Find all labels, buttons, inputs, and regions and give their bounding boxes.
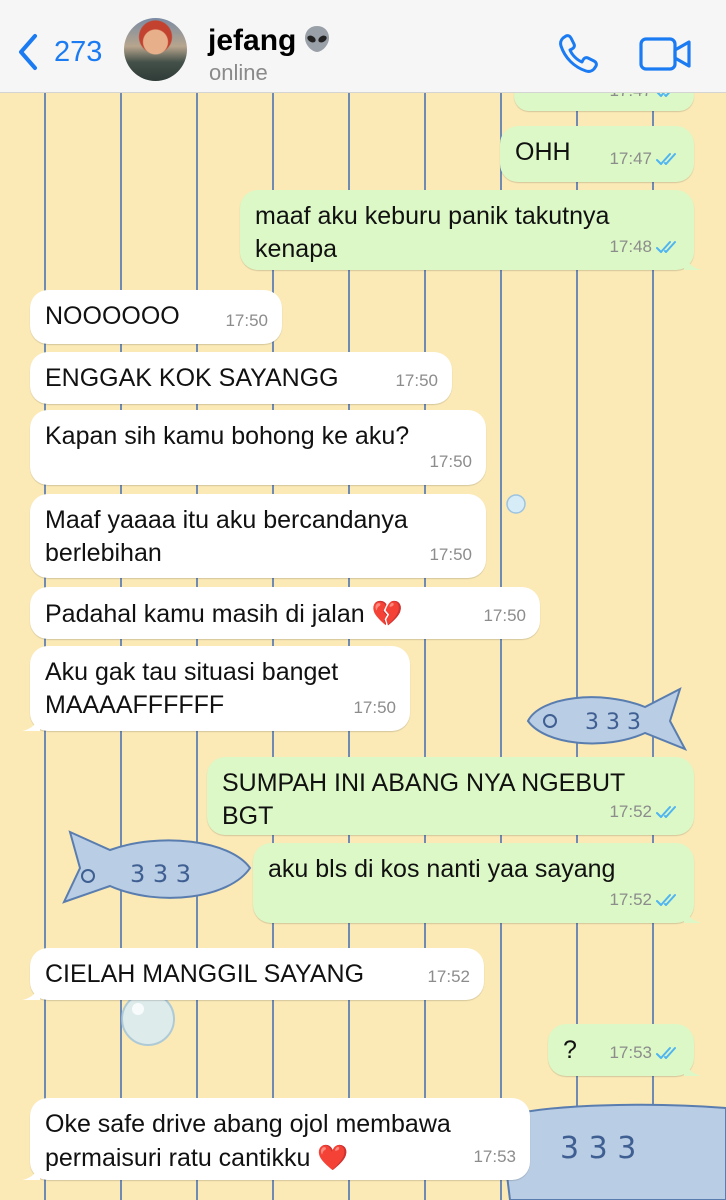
svg-text:3 3 3: 3 3 3 <box>130 860 191 888</box>
broken-heart-icon: 💔 <box>371 599 403 628</box>
message-text: OHH <box>515 138 571 166</box>
alien-icon <box>305 26 330 52</box>
message-text: Padahal kamu masih di jalan <box>45 600 365 628</box>
bubble-tail <box>22 982 40 1000</box>
fish-icon: 3 3 3 <box>526 687 688 751</box>
message-time: 17:50 <box>483 606 526 625</box>
svg-text:3 3 3: 3 3 3 <box>560 1131 636 1166</box>
message-time: 17:52 <box>427 967 470 986</box>
message-time: 17:52 <box>609 890 652 909</box>
fish-icon: 3 3 3 <box>500 1103 726 1200</box>
message-bubble-incoming[interactable]: ENGGAK KOK SAYANGG 17:50 <box>30 352 452 404</box>
message-time: 17:50 <box>429 452 472 471</box>
contact-name-wrap[interactable]: jefang <box>208 24 332 58</box>
message-bubble-outgoing[interactable]: maaf aku keburu panik takutnya kenapa 17… <box>240 190 702 270</box>
chat-header: 273 jefang online <box>0 0 726 93</box>
message-time: 17:50 <box>225 311 268 330</box>
message-time: 17:52 <box>609 802 652 821</box>
message-time: 17:48 <box>609 237 652 256</box>
message-bubble-incoming[interactable]: CIELAH MANGGIL SAYANG 17:52 <box>22 948 484 1000</box>
chevron-left-icon <box>19 34 37 70</box>
message-time: 17:47 <box>609 93 652 107</box>
message-text: Maaf yaaaa itu aku bercandanya berlebiha… <box>45 506 408 567</box>
message-text: SUMPAH INI ABANG NYA NGEBUT BGT <box>222 769 625 830</box>
message-time: 17:47 <box>609 149 652 168</box>
bubble-tail <box>684 1058 702 1076</box>
message-time: 17:50 <box>429 545 472 564</box>
contact-name: jefang <box>208 24 297 57</box>
message-text: Oke safe drive abang ojol membawa permai… <box>45 1110 451 1172</box>
message-bubble-incoming[interactable]: NOOOOOO 17:50 <box>30 290 282 344</box>
bubble-tail <box>22 713 40 731</box>
message-text: CIELAH MANGGIL SAYANG <box>45 960 365 988</box>
back-button[interactable]: 273 <box>16 28 102 76</box>
message-bubble-outgoing[interactable]: OHH 17:47 <box>500 126 694 182</box>
svg-text:3 3 3: 3 3 3 <box>585 710 641 735</box>
message-text: Kapan sih kamu bohong ke aku? <box>45 422 410 450</box>
phone-icon[interactable] <box>556 30 602 76</box>
bubble-tail <box>684 905 702 923</box>
message-bubble-outgoing[interactable]: nah 17:47 <box>514 93 694 111</box>
message-bubble-outgoing[interactable]: SUMPAH INI ABANG NYA NGEBUT BGT 17:52 <box>207 757 694 835</box>
message-bubble-incoming[interactable]: Maaf yaaaa itu aku bercandanya berlebiha… <box>30 494 486 578</box>
double-check-icon <box>656 240 676 253</box>
message-bubble-outgoing[interactable]: ? 17:53 <box>548 1024 702 1076</box>
message-bubble-outgoing[interactable]: aku bls di kos nanti yaa sayang 17:52 <box>253 843 702 923</box>
unread-count: 273 <box>54 35 103 68</box>
message-bubble-incoming[interactable]: Aku gak tau situasi banget MAAAAFFFFFF 1… <box>22 646 410 731</box>
message-text: aku bls di kos nanti yaa sayang <box>268 855 616 883</box>
red-heart-icon: ❤️ <box>317 1143 349 1172</box>
message-time: 17:50 <box>353 698 396 717</box>
fish-icon: 3 3 3 <box>62 830 252 904</box>
message-text: ENGGAK KOK SAYANGG <box>45 364 339 392</box>
message-text: maaf aku keburu panik takutnya kenapa <box>255 202 610 263</box>
message-bubble-incoming[interactable]: Oke safe drive abang ojol membawa permai… <box>22 1098 530 1180</box>
bubble-tail <box>684 252 702 270</box>
message-text: Aku gak tau situasi banget MAAAAFFFFFF <box>45 658 339 719</box>
double-check-icon <box>657 93 670 97</box>
avatar[interactable] <box>124 18 187 81</box>
double-check-icon <box>656 893 676 906</box>
message-time: 17:50 <box>395 371 438 390</box>
double-check-icon <box>656 805 676 818</box>
message-text: ? <box>563 1036 577 1064</box>
video-camera-icon[interactable] <box>638 34 694 74</box>
message-text: NOOOOOO <box>45 302 180 330</box>
double-check-icon <box>656 152 676 165</box>
message-time: 17:53 <box>609 1043 652 1062</box>
message-bubble-incoming[interactable]: Kapan sih kamu bohong ke aku? 17:50 <box>30 410 486 485</box>
bubble-decoration-icon <box>506 494 526 514</box>
bubble-tail <box>22 1162 40 1180</box>
message-time: 17:53 <box>473 1147 516 1166</box>
double-check-icon <box>656 1046 676 1059</box>
presence-status: online <box>209 60 268 85</box>
chat-area[interactable]: 3 3 3 3 3 3 3 3 3 nah 17:47 OHH 17:47 ma… <box>0 93 726 1200</box>
message-bubble-incoming[interactable]: Padahal kamu masih di jalan 💔 17:50 <box>30 587 540 639</box>
message-text: nah <box>530 93 572 100</box>
